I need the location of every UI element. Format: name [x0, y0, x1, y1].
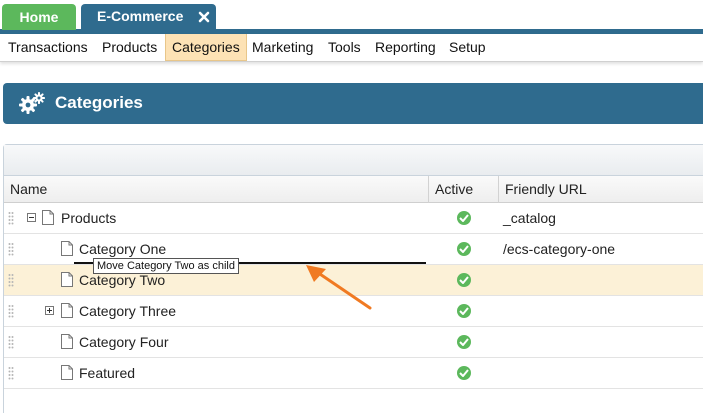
- check-circle-icon: [457, 335, 471, 349]
- page-header: Categories: [3, 83, 703, 124]
- menu-item-setup[interactable]: Setup: [443, 34, 492, 61]
- arrow-annotation-icon: [306, 265, 372, 310]
- tab-e-commerce-label: E-Commerce: [97, 8, 184, 24]
- document-icon: [61, 303, 73, 318]
- page-title: Categories: [55, 93, 143, 112]
- collapse-icon[interactable]: [27, 213, 36, 222]
- check-circle-icon: [457, 366, 471, 380]
- check-circle-icon: [457, 304, 471, 318]
- grid-header: Name Active Friendly URL: [4, 176, 703, 203]
- top-tab-bar: Home E-Commerce: [0, 0, 703, 35]
- drag-handle-icon[interactable]: [8, 335, 14, 349]
- tab-home[interactable]: Home: [2, 4, 76, 30]
- document-icon: [61, 241, 73, 256]
- check-circle-icon: [457, 242, 471, 256]
- table-row[interactable]: Category Four: [4, 327, 703, 358]
- menu-item-transactions[interactable]: Transactions: [2, 34, 94, 61]
- drag-handle-icon[interactable]: [8, 242, 14, 256]
- menu-item-tools[interactable]: Tools: [322, 34, 367, 61]
- gears-icon: [19, 92, 45, 114]
- column-header-name[interactable]: Name: [4, 176, 428, 203]
- menu-item-marketing[interactable]: Marketing: [246, 34, 319, 61]
- drag-handle-icon[interactable]: [8, 211, 14, 225]
- friendly-url: /ecs-category-one: [503, 241, 616, 257]
- menu-item-products[interactable]: Products: [96, 34, 163, 61]
- menu-item-reporting[interactable]: Reporting: [369, 34, 442, 61]
- check-circle-icon: [457, 211, 471, 225]
- menu-item-categories[interactable]: Categories: [165, 34, 247, 61]
- table-row[interactable]: Featured: [4, 358, 703, 389]
- main-menu: Transactions Products Categories Marketi…: [0, 34, 703, 62]
- table-row[interactable]: Products _catalog: [4, 203, 703, 234]
- friendly-url: _catalog: [503, 210, 556, 226]
- column-header-active[interactable]: Active: [428, 176, 498, 203]
- drag-handle-icon[interactable]: [8, 366, 14, 380]
- category-name[interactable]: Featured: [79, 358, 135, 389]
- column-header-friendly-url[interactable]: Friendly URL: [498, 176, 703, 203]
- category-name[interactable]: Category Four: [79, 327, 168, 358]
- tab-e-commerce[interactable]: E-Commerce: [81, 4, 216, 30]
- grid-toolbar: [4, 145, 703, 176]
- document-icon: [42, 210, 54, 225]
- document-icon: [61, 334, 73, 349]
- close-icon[interactable]: [198, 11, 210, 23]
- category-name[interactable]: Category Three: [79, 296, 176, 327]
- check-circle-icon: [457, 273, 471, 287]
- category-name[interactable]: Products: [61, 203, 116, 234]
- expand-icon[interactable]: [45, 306, 54, 315]
- document-icon: [61, 272, 73, 287]
- document-icon: [61, 365, 73, 380]
- drag-handle-icon[interactable]: [8, 304, 14, 318]
- drag-tooltip: Move Category Two as child: [93, 258, 239, 274]
- drag-handle-icon[interactable]: [8, 273, 14, 287]
